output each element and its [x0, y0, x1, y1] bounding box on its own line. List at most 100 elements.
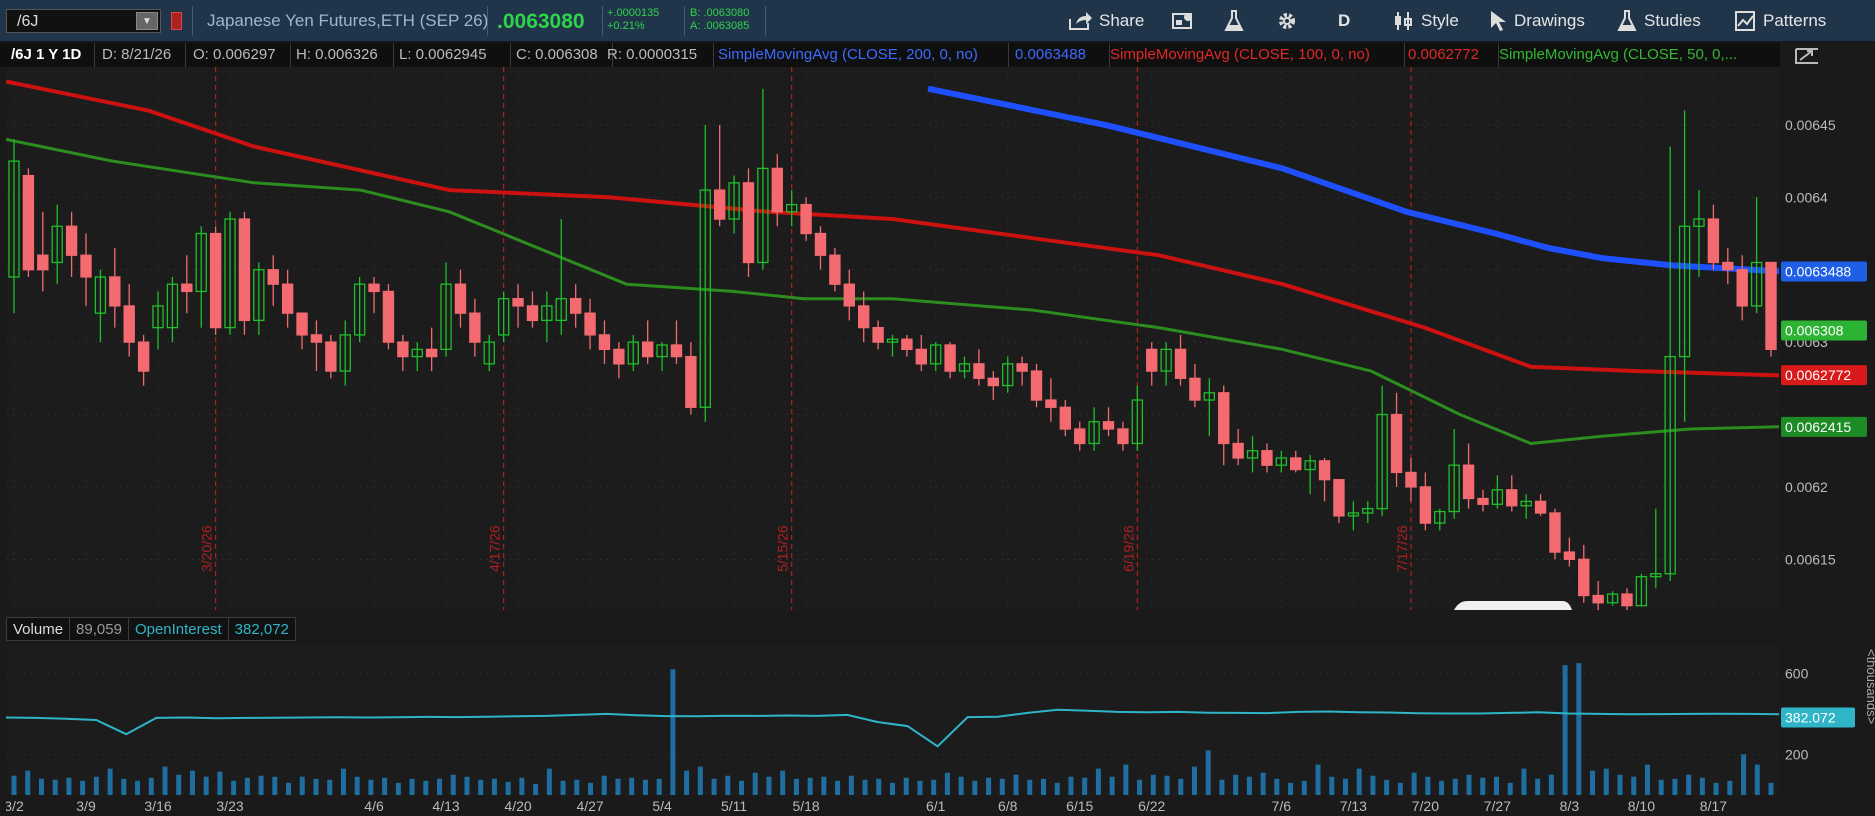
volume-bar — [1521, 768, 1527, 795]
candle-body — [1218, 392, 1230, 445]
volume-bar — [354, 776, 360, 795]
volume-label[interactable]: Volume — [6, 617, 70, 641]
chart-settings-button[interactable] — [1276, 8, 1298, 34]
candle-body — [1578, 558, 1590, 597]
sma50-label[interactable]: SimpleMovingAvg (CLOSE, 50, 0,... — [1494, 43, 1780, 67]
candle-body — [1333, 479, 1345, 517]
volume-bar — [1246, 776, 1252, 795]
price-badge-text: 0.0063488 — [1785, 263, 1851, 279]
symbol-dropdown-button[interactable]: ▼ — [136, 12, 158, 30]
candle — [238, 211, 251, 335]
flag-icon[interactable] — [171, 12, 182, 30]
candle-body — [368, 283, 380, 293]
candles-style-icon — [1395, 12, 1412, 30]
volume-bar — [999, 778, 1005, 795]
price-tick: 0.00645 — [1785, 117, 1836, 133]
volume-bar — [1205, 750, 1211, 795]
volume-bar — [1603, 768, 1609, 795]
volume-bar — [574, 779, 580, 795]
volume-bar — [533, 783, 539, 795]
sma200-label[interactable]: SimpleMovingAvg (CLOSE, 200, 0, no) — [713, 43, 1009, 67]
volume-bar — [244, 777, 250, 795]
sma100-label[interactable]: SimpleMovingAvg (CLOSE, 100, 0, no) — [1105, 43, 1405, 67]
date-tick: 3/16 — [144, 798, 171, 814]
candle-body — [65, 225, 78, 256]
flexible-grid-button[interactable] — [1171, 8, 1195, 34]
volume-bar — [1027, 779, 1033, 795]
symbol-input[interactable]: /6J ▼ — [6, 9, 161, 33]
aggregation-button[interactable]: D — [1338, 8, 1350, 34]
percent-change: +0.21% — [607, 20, 645, 32]
date-tick: 3/23 — [216, 798, 243, 814]
volume-bar — [135, 780, 141, 795]
toolbar-divider — [602, 6, 603, 36]
candle-body — [1765, 261, 1777, 351]
studies-label: Studies — [1644, 11, 1701, 30]
volume-bar — [739, 780, 745, 795]
volume-bar — [560, 780, 566, 795]
candle-body — [1016, 363, 1028, 372]
candle — [22, 168, 35, 277]
candle-body — [713, 189, 726, 220]
candle-body — [310, 334, 323, 343]
volume-bar — [491, 778, 497, 795]
price-chart[interactable]: 3/20/26 4/17/26 5/15/26 6/19/26 7/17/26 — [6, 67, 1779, 610]
volume-bar — [766, 776, 772, 795]
strategy-lab-button[interactable] — [1224, 8, 1244, 34]
volume-units: <thousands> — [1864, 649, 1875, 724]
volume-header: Volume 89,059 OpenInterest 382,072 — [6, 617, 296, 641]
open-interest-label[interactable]: OpenInterest — [127, 617, 228, 641]
candle-body — [1174, 348, 1187, 379]
volume-bar — [11, 775, 17, 795]
share-button[interactable]: Share — [1068, 8, 1144, 34]
drawings-button[interactable]: Drawings — [1489, 8, 1585, 34]
date-tick: 7/20 — [1412, 798, 1439, 814]
volume-bar — [1054, 782, 1060, 795]
volume-bar — [917, 780, 923, 795]
volume-bar — [1397, 782, 1403, 795]
drawings-label: Drawings — [1514, 11, 1585, 30]
volume-bar — [464, 776, 470, 795]
volume-bar — [478, 779, 484, 795]
volume-bar — [588, 782, 594, 795]
symbol-period[interactable]: /6J 1 Y 1D — [6, 43, 95, 67]
bar-open: O: 0.006297 — [188, 43, 291, 67]
volume-bar — [409, 778, 415, 795]
volume-bar — [642, 779, 648, 795]
bar-range: R: 0.0000315 — [602, 43, 714, 67]
date-tick: 4/20 — [504, 798, 531, 814]
candle-body — [771, 167, 783, 213]
volume-bar — [1178, 778, 1184, 795]
volume-bar — [231, 780, 237, 795]
chart-expand-button[interactable] — [1780, 43, 1875, 67]
price-badge-text: 0.006308 — [1785, 323, 1844, 339]
volume-bar — [286, 782, 292, 795]
candle-body — [1261, 450, 1273, 466]
study-header: /6J 1 Y 1D D: 8/21/26 O: 0.006297 H: 0.0… — [0, 43, 1780, 67]
volume-bar — [931, 779, 937, 795]
candle-body — [1390, 413, 1403, 474]
volume-axis: 600 200 382.072 <thousands> — [1781, 649, 1875, 762]
volume-bar — [1672, 778, 1678, 795]
date-tick: 6/15 — [1066, 798, 1093, 814]
date-tick: 8/3 — [1560, 798, 1580, 814]
volume-bar — [1754, 764, 1760, 795]
expiration-label: 7/17/26 — [1394, 525, 1410, 572]
bid-ask-block: B: .0063080 A: .0063085 — [690, 7, 749, 33]
volume-bar — [162, 766, 168, 795]
style-button[interactable]: Style — [1392, 8, 1459, 34]
volume-bar — [1493, 776, 1499, 795]
candle-body — [569, 298, 582, 314]
scroll-tab[interactable] — [1454, 601, 1572, 610]
candle-body — [1592, 594, 1604, 604]
toolbar-divider — [487, 6, 488, 36]
volume-chart[interactable] — [6, 645, 1779, 795]
studies-button[interactable]: Studies — [1617, 8, 1701, 34]
candle-body — [1405, 471, 1417, 488]
flexible-grid-icon — [1172, 13, 1192, 29]
patterns-button[interactable]: Patterns — [1734, 8, 1826, 34]
volume-bar — [862, 779, 868, 795]
candle-body — [1621, 593, 1633, 607]
volume-bar — [121, 778, 127, 795]
top-toolbar: /6J ▼ Japanese Yen Futures,ETH (SEP 26) … — [0, 0, 1875, 42]
